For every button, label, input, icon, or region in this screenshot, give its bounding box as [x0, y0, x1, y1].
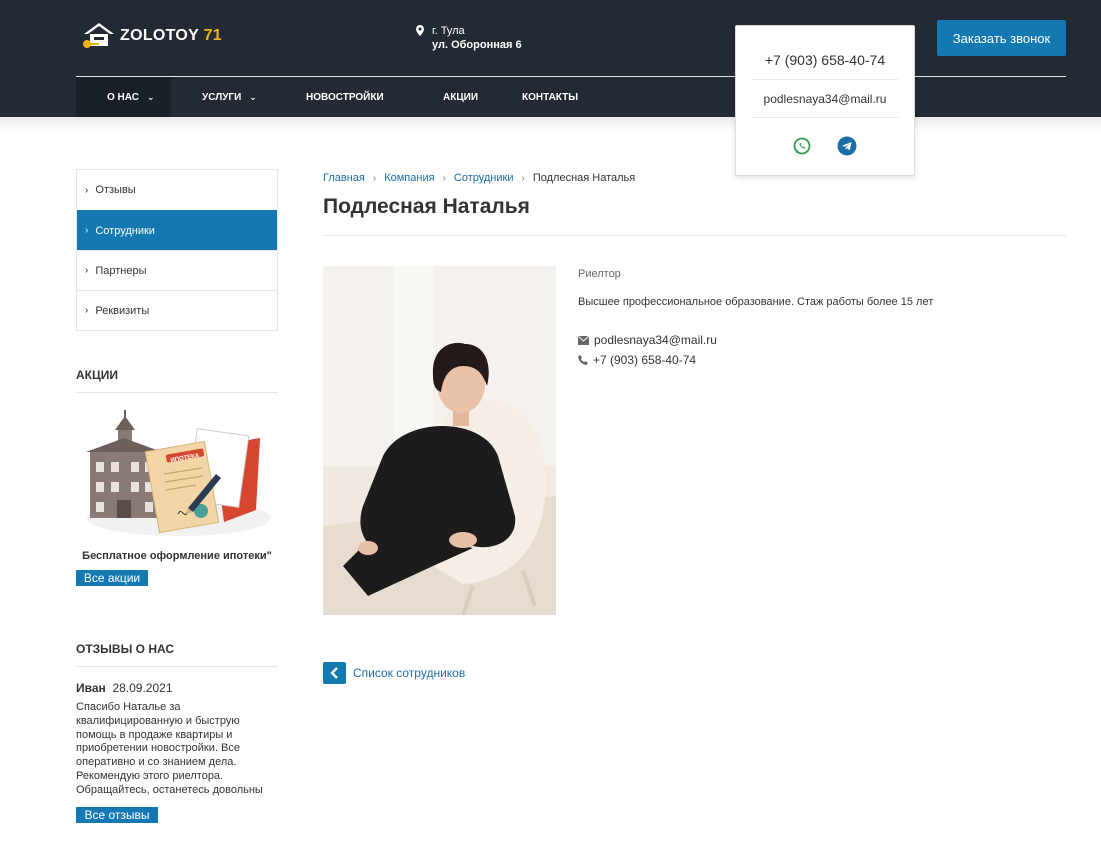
nav-item-about[interactable]: О нас ⌄: [76, 77, 171, 117]
telegram-icon[interactable]: [837, 136, 857, 156]
chevron-right-icon: ›: [85, 265, 89, 276]
divider: [323, 235, 1066, 236]
nav-item-label: Новостройки: [306, 91, 384, 103]
sidebar-item-label: Сотрудники: [95, 224, 155, 237]
nav-item-new-buildings[interactable]: Новостройки: [289, 77, 425, 117]
chevron-left-icon: [329, 667, 338, 679]
breadcrumb-home[interactable]: Главная: [323, 172, 365, 184]
nav-item-services[interactable]: Услуги ⌄: [171, 77, 289, 117]
employee-email-link[interactable]: podlesnaya34@mail.ru: [594, 333, 717, 347]
contacts-popup: +7 (903) 658-40-74 podlesnaya34@mail.ru: [735, 25, 915, 176]
order-call-button[interactable]: Заказать звонок: [937, 20, 1066, 56]
breadcrumb-staff[interactable]: Сотрудники: [454, 172, 514, 184]
logo-text: ZOLOTOY: [120, 27, 199, 44]
employee-position: Риелтор: [578, 268, 621, 280]
chevron-right-icon: ›: [85, 225, 89, 236]
promotions-heading: Акции: [76, 368, 119, 382]
divider: [76, 392, 278, 393]
nav-item-label: Акции: [443, 91, 479, 103]
city-text: г. Тула: [432, 25, 465, 37]
employee-phone-link[interactable]: +7 (903) 658-40-74: [593, 353, 696, 367]
nav-item-label: Контакты: [522, 91, 579, 103]
divider: [752, 79, 898, 80]
chevron-right-icon: ›: [85, 305, 89, 316]
chevron-right-icon: ›: [85, 184, 89, 196]
promo-caption[interactable]: Бесплатное оформление ипотеки": [76, 550, 278, 562]
review-meta: Иван 28.09.2021: [76, 681, 173, 695]
sidebar-item-label: Партнеры: [95, 264, 147, 277]
employee-photo: [323, 266, 556, 615]
employee-email-row: podlesnaya34@mail.ru: [578, 333, 717, 347]
address-block: г. Тула ул. Оборонная 6: [416, 24, 522, 52]
logo-number: 71: [203, 27, 223, 44]
chevron-right-icon: ›: [442, 172, 446, 184]
nav-item-label: О нас: [107, 91, 139, 103]
location-pin-icon: [416, 25, 424, 36]
popup-phone-link[interactable]: +7 (903) 658-40-74: [736, 52, 914, 68]
phone-icon: [578, 355, 588, 365]
all-reviews-button[interactable]: Все отзывы: [76, 807, 158, 823]
employee-description: Высшее профессиональное образование. Ста…: [578, 296, 934, 308]
breadcrumb-current: Подлесная Наталья: [532, 172, 636, 184]
site-logo[interactable]: ZOLOTOY 71: [82, 20, 222, 52]
nav-item-promotions[interactable]: Акции: [425, 77, 522, 117]
chevron-right-icon: ›: [372, 172, 377, 184]
sidebar-menu: › Отзывы › Сотрудники › Партнеры › Рекви…: [76, 169, 278, 331]
reviews-heading: Отзывы о нас: [76, 642, 175, 656]
page-title: Подлесная Наталья: [323, 195, 530, 218]
review-text: Спасибо Наталье за квалифицированную и б…: [76, 701, 263, 796]
chevron-down-icon: ⌄: [249, 91, 257, 102]
site-header: ZOLOTOY 71 г. Тула ул. Оборонная 6 Заказ…: [0, 0, 1101, 117]
review-author: Иван: [76, 681, 106, 695]
sidebar-item-label: Отзывы: [95, 184, 136, 196]
chevron-right-icon: ›: [521, 172, 525, 184]
envelope-icon: [578, 335, 589, 345]
divider: [752, 117, 898, 118]
sidebar-item-requisites[interactable]: › Реквизиты: [77, 290, 277, 330]
back-arrow-button[interactable]: [323, 662, 346, 684]
staff-list-link[interactable]: Список сотрудников: [353, 666, 465, 680]
popup-email-link[interactable]: podlesnaya34@mail.ru: [736, 92, 914, 106]
nav-item-label: Услуги: [202, 91, 242, 103]
sidebar-item-reviews[interactable]: › Отзывы: [77, 170, 277, 210]
header-shadow: [0, 117, 1101, 131]
mortgage-illustration[interactable]: ИПОТЕКА: [84, 410, 274, 538]
sidebar-item-staff[interactable]: › Сотрудники: [77, 210, 277, 250]
breadcrumb: Главная › Компания › Сотрудники › Подлес…: [323, 172, 635, 184]
divider: [76, 666, 278, 667]
street-text: ул. Оборонная 6: [432, 39, 522, 51]
logo-house-icon: [83, 23, 114, 48]
whatsapp-icon[interactable]: [792, 136, 812, 156]
review-date: 28.09.2021: [112, 681, 173, 695]
chevron-down-icon: ⌄: [146, 91, 155, 102]
sidebar-item-label: Реквизиты: [95, 304, 150, 317]
breadcrumb-company[interactable]: Компания: [384, 172, 434, 184]
sidebar-item-partners[interactable]: › Партнеры: [77, 250, 277, 290]
all-promotions-button[interactable]: Все акции: [76, 570, 148, 586]
nav-item-contacts[interactable]: Контакты: [522, 77, 622, 117]
main-nav: О нас ⌄ Услуги ⌄ Новостройки Акции Конта…: [76, 77, 622, 117]
employee-phone-row: +7 (903) 658-40-74: [578, 353, 696, 367]
